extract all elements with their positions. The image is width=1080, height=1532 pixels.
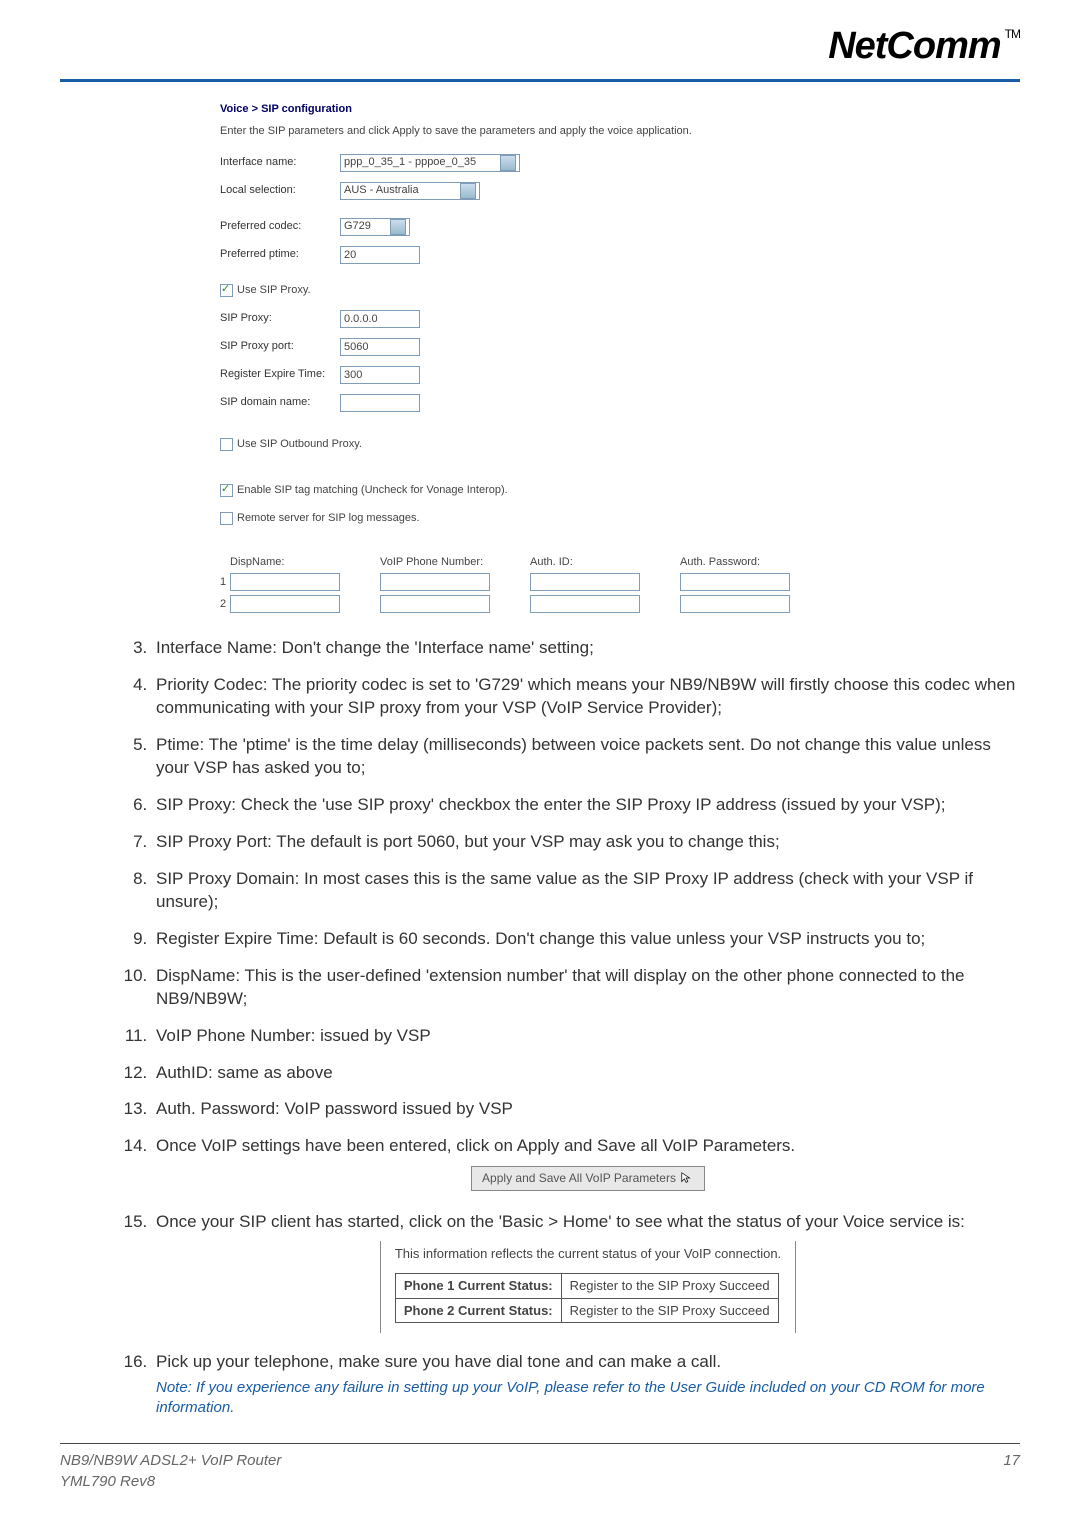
instruction-item: Register Expire Time: Default is 60 seco… bbox=[152, 928, 1020, 951]
cursor-icon bbox=[680, 1171, 694, 1185]
interface-select[interactable]: ppp_0_35_1 - pppoe_0_35 bbox=[340, 154, 520, 172]
sip-port-label: SIP Proxy port: bbox=[220, 339, 340, 354]
auth-pass-header: Auth. Password: bbox=[680, 555, 790, 570]
ptime-label: Preferred ptime: bbox=[220, 247, 340, 262]
voip-number-1-input[interactable] bbox=[380, 573, 490, 591]
instruction-item: DispName: This is the user-defined 'exte… bbox=[152, 965, 1020, 1011]
instruction-item: Auth. Password: VoIP password issued by … bbox=[152, 1098, 1020, 1121]
sip-domain-label: SIP domain name: bbox=[220, 395, 340, 410]
phone2-value: Register to the SIP Proxy Succeed bbox=[561, 1298, 778, 1323]
use-sip-proxy-checkbox[interactable] bbox=[220, 284, 233, 297]
codec-label: Preferred codec: bbox=[220, 219, 340, 234]
instruction-item: Once your SIP client has started, click … bbox=[152, 1211, 1020, 1334]
table-row: Phone 2 Current Status: Register to the … bbox=[395, 1298, 778, 1323]
instruction-item: AuthID: same as above bbox=[152, 1062, 1020, 1085]
voip-number-header: VoIP Phone Number: bbox=[380, 555, 490, 570]
sip-proxy-label: SIP Proxy: bbox=[220, 311, 340, 326]
auth-id-1-input[interactable] bbox=[530, 573, 640, 591]
instruction-item: Ptime: The 'ptime' is the time delay (mi… bbox=[152, 734, 1020, 780]
row-1: 1 bbox=[220, 575, 230, 590]
page-header: NetComm TM bbox=[60, 20, 1020, 82]
use-sip-proxy-label: Use SIP Proxy. bbox=[237, 283, 311, 298]
instruction-item: Pick up your telephone, make sure you ha… bbox=[152, 1351, 1020, 1418]
instruction-item: Interface Name: Don't change the 'Interf… bbox=[152, 637, 1020, 660]
auth-id-header: Auth. ID: bbox=[530, 555, 640, 570]
status-caption: This information reflects the current st… bbox=[395, 1245, 781, 1263]
dispname-1-input[interactable] bbox=[230, 573, 340, 591]
remote-log-checkbox[interactable] bbox=[220, 512, 233, 525]
page-number: 17 bbox=[1003, 1450, 1020, 1492]
instruction-list: Interface Name: Don't change the 'Interf… bbox=[152, 637, 1020, 1418]
status-panel: This information reflects the current st… bbox=[380, 1241, 796, 1333]
reg-expire-input[interactable]: 300 bbox=[340, 366, 420, 384]
footer-product: NB9/NB9W ADSL2+ VoIP Router bbox=[60, 1450, 281, 1471]
local-select[interactable]: AUS - Australia bbox=[340, 182, 480, 200]
dispname-header: DispName: bbox=[230, 555, 284, 570]
instruction-item: SIP Proxy Port: The default is port 5060… bbox=[152, 831, 1020, 854]
sip-config-screenshot: Voice > SIP configuration Enter the SIP … bbox=[220, 102, 920, 613]
instruction-item: Once VoIP settings have been entered, cl… bbox=[152, 1135, 1020, 1190]
remote-log-label: Remote server for SIP log messages. bbox=[237, 511, 420, 526]
phone1-label: Phone 1 Current Status: bbox=[395, 1274, 561, 1299]
phone1-value: Register to the SIP Proxy Succeed bbox=[561, 1274, 778, 1299]
brand-text: NetComm bbox=[828, 20, 1000, 73]
local-label: Local selection: bbox=[220, 183, 340, 198]
page-footer: NB9/NB9W ADSL2+ VoIP Router YML790 Rev8 … bbox=[60, 1443, 1020, 1492]
interface-label: Interface name: bbox=[220, 155, 340, 170]
status-table: Phone 1 Current Status: Register to the … bbox=[395, 1273, 779, 1323]
instruction-item: SIP Proxy Domain: In most cases this is … bbox=[152, 868, 1020, 914]
instruction-item: VoIP Phone Number: issued by VSP bbox=[152, 1025, 1020, 1048]
row-2: 2 bbox=[220, 597, 230, 612]
page-subtitle: Enter the SIP parameters and click Apply… bbox=[220, 124, 920, 139]
reg-expire-label: Register Expire Time: bbox=[220, 367, 340, 382]
table-row: Phone 1 Current Status: Register to the … bbox=[395, 1274, 778, 1299]
sip-tag-match-label: Enable SIP tag matching (Uncheck for Von… bbox=[237, 483, 508, 498]
instruction-item: Priority Codec: The priority codec is se… bbox=[152, 674, 1020, 720]
trademark: TM bbox=[1005, 26, 1020, 43]
brand-logo: NetComm TM bbox=[828, 20, 1020, 73]
sip-proxy-input[interactable]: 0.0.0.0 bbox=[340, 310, 420, 328]
ptime-input[interactable]: 20 bbox=[340, 246, 420, 264]
auth-pass-1-input[interactable] bbox=[680, 573, 790, 591]
outbound-proxy-checkbox[interactable] bbox=[220, 438, 233, 451]
auth-id-2-input[interactable] bbox=[530, 595, 640, 613]
phone2-label: Phone 2 Current Status: bbox=[395, 1298, 561, 1323]
breadcrumb: Voice > SIP configuration bbox=[220, 102, 920, 117]
dispname-2-input[interactable] bbox=[230, 595, 340, 613]
apply-save-button[interactable]: Apply and Save All VoIP Parameters bbox=[471, 1166, 705, 1190]
auth-pass-2-input[interactable] bbox=[680, 595, 790, 613]
sip-port-input[interactable]: 5060 bbox=[340, 338, 420, 356]
outbound-proxy-label: Use SIP Outbound Proxy. bbox=[237, 437, 362, 452]
footer-revision: YML790 Rev8 bbox=[60, 1471, 281, 1492]
codec-select[interactable]: G729 bbox=[340, 218, 410, 236]
sip-domain-input[interactable] bbox=[340, 394, 420, 412]
voip-number-2-input[interactable] bbox=[380, 595, 490, 613]
sip-tag-match-checkbox[interactable] bbox=[220, 484, 233, 497]
instruction-item: SIP Proxy: Check the 'use SIP proxy' che… bbox=[152, 794, 1020, 817]
note-text: Note: If you experience any failure in s… bbox=[156, 1378, 1020, 1419]
